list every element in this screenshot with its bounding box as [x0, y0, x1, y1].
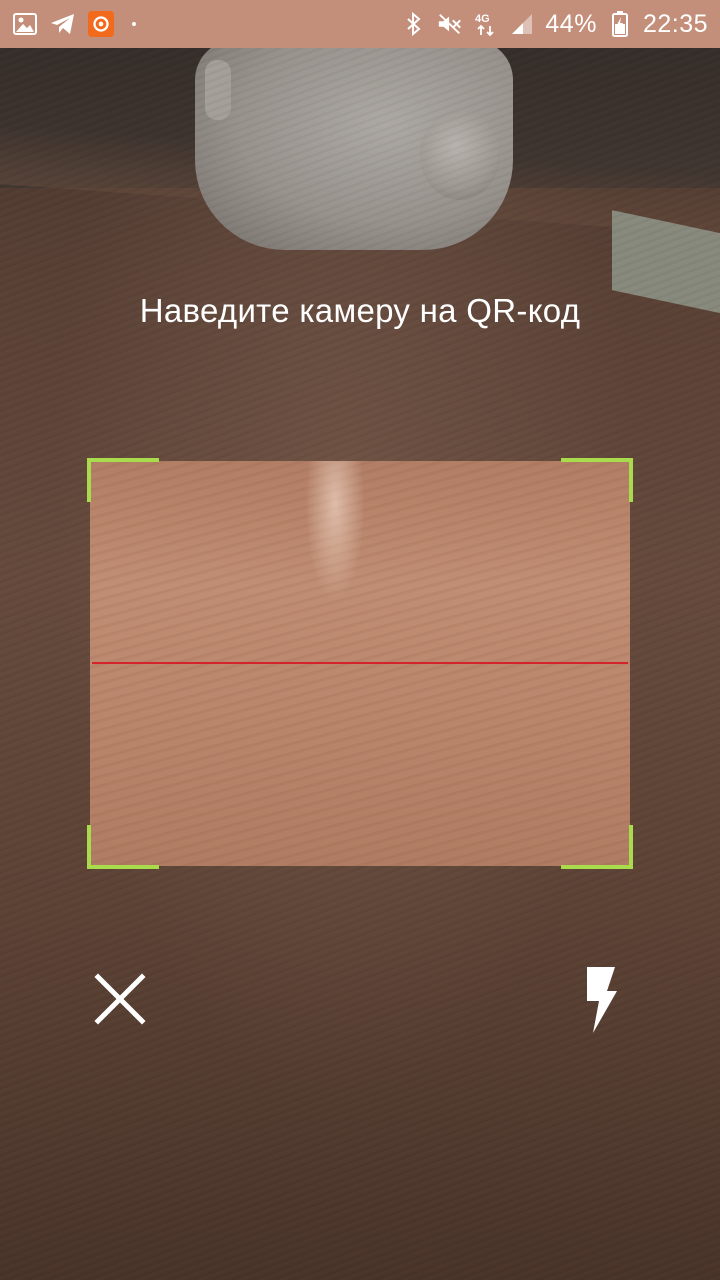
close-button[interactable] — [84, 963, 156, 1035]
flash-icon — [587, 967, 617, 1033]
close-icon — [94, 973, 146, 1025]
gallery-icon — [12, 11, 38, 37]
svg-text:4G: 4G — [475, 13, 490, 25]
notification-dot — [132, 22, 136, 26]
4g-icon: 4G — [473, 11, 499, 37]
viewfinder-corner-top-left — [87, 458, 159, 502]
viewfinder-glare — [305, 461, 365, 601]
telegram-icon — [50, 11, 76, 37]
viewfinder-corner-top-right — [561, 458, 633, 502]
signal-icon — [509, 11, 535, 37]
scan-instruction: Наведите камеру на QR-код — [139, 292, 581, 329]
qr-scanner-screen: 4G 44% 22:35 Наведите камеру на QR-код — [0, 0, 720, 1280]
scan-viewfinder — [87, 458, 633, 869]
status-bar: 4G 44% 22:35 — [0, 0, 720, 48]
clock: 22:35 — [642, 9, 708, 38]
mute-icon — [437, 11, 463, 37]
viewfinder-corner-bottom-right — [561, 825, 633, 869]
viewfinder-corner-bottom-left — [87, 825, 159, 869]
status-bar-system: 4G 44% 22:35 — [401, 10, 708, 39]
status-bar-notifications — [12, 11, 136, 37]
flash-toggle-button[interactable] — [566, 958, 636, 1042]
bluetooth-icon — [401, 11, 427, 37]
battery-icon — [607, 11, 633, 37]
orange-app-icon — [88, 11, 114, 37]
scan-laser-line — [92, 662, 628, 664]
battery-percent: 44% — [545, 9, 597, 38]
